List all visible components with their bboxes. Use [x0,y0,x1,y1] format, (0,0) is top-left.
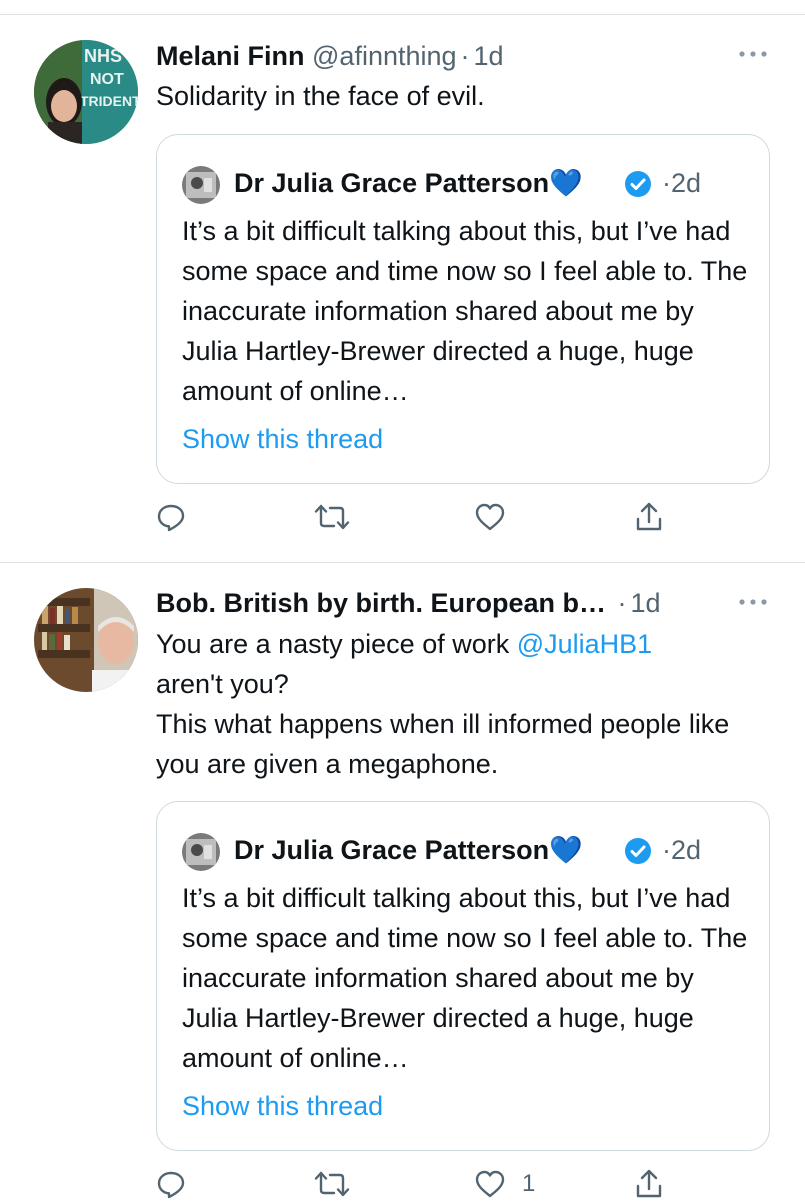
author-name[interactable]: Melani Finn [156,41,305,71]
tweet-divider [0,562,805,563]
timestamp[interactable]: 1d [631,588,661,618]
separator-dot: · [662,168,671,198]
like-count: 1 [522,1170,536,1197]
more-icon[interactable] [736,44,770,64]
tweet-text-line: Solidarity in the face of evil. [156,81,485,111]
quoted-author-avatar [182,166,220,204]
tweet-text: Solidarity in the face of evil. [156,76,776,116]
separator-dot: · [662,835,671,865]
quoted-meta: ·2d [662,830,701,870]
svg-text:TRIDENT: TRIDENT [80,93,138,109]
tweet-actions [156,497,696,537]
quoted-timestamp: 2d [671,168,702,198]
verified-badge-icon [624,837,652,865]
tweet-header: Melani Finn @afinnthing · 1d [156,39,504,73]
like-icon [475,503,505,531]
quoted-author-name: Dr Julia Grace Patterson💙 [234,835,583,865]
quoted-text: It’s a bit difficult talking about this,… [182,883,748,1073]
retweet-button[interactable] [314,497,366,537]
share-icon [636,502,662,531]
like-icon [475,1170,505,1198]
like-button[interactable]: 1 [474,1164,535,1204]
quoted-meta: ·2d [662,163,701,203]
show-thread-link[interactable]: Show this thread [182,421,383,457]
tweet-text-line: This what happens when ill informed peop… [156,709,730,779]
separator-dot: · [460,41,470,71]
timestamp[interactable]: 1d [474,41,504,71]
retweet-button[interactable] [314,1164,366,1204]
reply-button[interactable] [156,1164,202,1204]
reply-icon [157,504,185,532]
share-button[interactable] [634,1164,664,1204]
share-icon [636,1169,662,1198]
svg-text:NOT: NOT [90,71,124,88]
separator-dot: · [617,588,627,618]
svg-text:NHS: NHS [84,46,122,66]
author-name[interactable]: Bob. British by birth. European b… [156,588,606,618]
tweet-text-line: aren't you? [156,669,289,699]
more-icon[interactable] [736,592,770,612]
quoted-tweet[interactable]: Dr Julia Grace Patterson💙 ·2d It’s a bit… [156,801,770,1151]
avatar-melani-finn[interactable]: NHS NOT TRIDENT [34,40,138,144]
verified-badge-icon [624,170,652,198]
retweet-icon [314,504,350,530]
quoted-author-name: Dr Julia Grace Patterson💙 [234,168,583,198]
reply-icon [157,1171,185,1199]
author-handle[interactable]: @afinnthing [312,41,457,71]
top-divider [0,14,805,15]
quoted-tweet[interactable]: Dr Julia Grace Patterson💙 ·2d It’s a bit… [156,134,770,484]
tweet-actions: 1 [156,1164,696,1204]
avatar-bob[interactable] [34,588,138,692]
like-button[interactable] [474,497,522,537]
tweet-text: You are a nasty piece of work @JuliaHB1 … [156,624,776,784]
mention-link[interactable]: @JuliaHB1 [517,629,652,659]
quoted-timestamp: 2d [671,835,702,865]
retweet-icon [314,1171,350,1197]
show-thread-link[interactable]: Show this thread [182,1088,383,1124]
tweet-text-part: You are a nasty piece of work [156,629,517,659]
quoted-author-avatar [182,833,220,871]
tweet-header: Bob. British by birth. European b… · 1d [156,586,661,620]
quoted-text: It’s a bit difficult talking about this,… [182,216,748,406]
reply-button[interactable] [156,497,202,537]
tweet-text-line: You are a nasty piece of work @JuliaHB1 [156,624,776,664]
share-button[interactable] [634,497,664,537]
